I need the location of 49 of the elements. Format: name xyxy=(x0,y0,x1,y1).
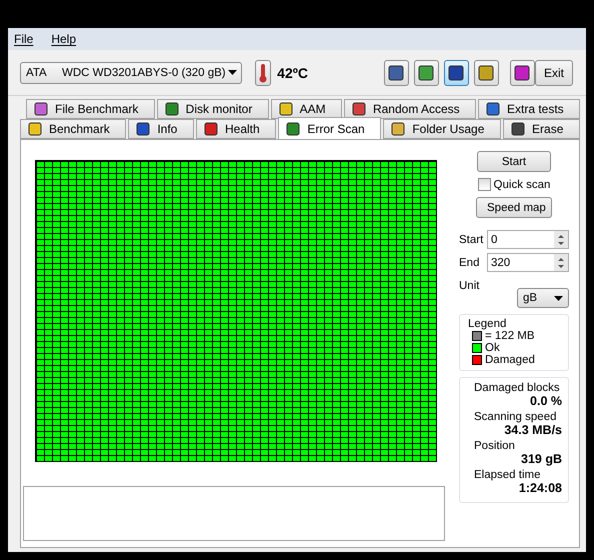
tab[interactable]: Erase xyxy=(503,119,580,139)
tab[interactable]: Random Access xyxy=(344,99,476,119)
stat-value: 0.0 % xyxy=(530,394,562,408)
stat-value: 1:24:08 xyxy=(518,481,562,495)
toolbar-button[interactable] xyxy=(414,60,439,86)
exit-button[interactable]: Exit xyxy=(534,60,573,86)
stat-label: Damaged blocks xyxy=(474,382,561,394)
tab[interactable]: Benchmark xyxy=(20,119,126,139)
legend-label: = 122 MB xyxy=(485,330,535,342)
unit-dropdown[interactable]: gB xyxy=(517,288,569,308)
legend-label: Ok xyxy=(485,342,500,354)
toolbar-button[interactable] xyxy=(444,60,469,86)
tab[interactable]: Folder Usage xyxy=(383,119,502,139)
drive-dropdown[interactable]: ATA WDC WD3201ABYS-0 (320 gB) xyxy=(20,62,242,84)
stat-label: Scanning speed xyxy=(474,411,558,423)
spin-arrows-icon[interactable] xyxy=(554,231,568,248)
stat-value: 319 gB xyxy=(521,452,562,466)
stat-value: 34.3 MB/s xyxy=(504,423,562,437)
field-label: End xyxy=(459,256,480,268)
start-button[interactable]: Start xyxy=(477,151,551,172)
temperature: 42ºC xyxy=(277,64,308,80)
toolbar-button[interactable] xyxy=(474,60,499,86)
tab[interactable]: Extra tests xyxy=(478,99,580,119)
field-label: Start xyxy=(459,234,484,246)
tab[interactable]: File Benchmark xyxy=(26,99,155,119)
stat-label: Position xyxy=(474,440,516,452)
toolbar-button[interactable] xyxy=(384,60,409,86)
thermometer-icon xyxy=(258,62,268,82)
tab[interactable]: Info xyxy=(128,119,194,139)
end-field[interactable]: 320 xyxy=(487,253,569,272)
tab[interactable]: Health xyxy=(196,119,276,139)
start-field[interactable]: 0 xyxy=(487,230,569,249)
legend-title: Legend xyxy=(468,318,508,330)
tab[interactable]: AAM xyxy=(270,99,342,119)
tab[interactable]: Disk monitor xyxy=(156,99,269,119)
speed-map-button[interactable]: Speed map xyxy=(476,197,552,218)
dropdown-arrow-icon[interactable] xyxy=(226,68,240,76)
menu-item[interactable]: Help xyxy=(51,32,76,46)
quick-scan-checkbox[interactable] xyxy=(478,178,491,191)
thermometer-button[interactable] xyxy=(255,60,272,86)
menu-item[interactable]: File xyxy=(14,32,34,46)
spin-arrows-icon[interactable] xyxy=(554,254,568,271)
stat-label: Elapsed time xyxy=(474,469,542,481)
checkbox-label: Quick scan xyxy=(494,178,550,190)
dropdown-arrow-icon[interactable] xyxy=(554,296,563,300)
tab[interactable]: Error Scan xyxy=(278,117,382,139)
legend-label: Damaged xyxy=(485,354,535,366)
toolbar-button[interactable] xyxy=(510,60,535,86)
field-label: Unit xyxy=(459,280,480,292)
